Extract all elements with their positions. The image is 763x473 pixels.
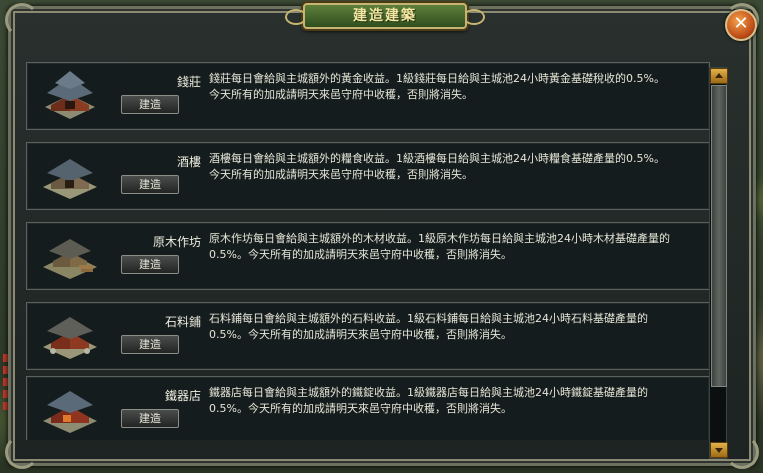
close-button[interactable]: ✕ xyxy=(725,9,757,41)
description-line: 0.5%。今天所有的加成請明天來邑守府中收穫，否則將消失。 xyxy=(209,248,512,261)
bank-building-icon xyxy=(45,71,95,119)
building-description: 原木作坊每日會給與主城額外的木材收益。1級原木作坊每日給與主城池24小時木材基礎… xyxy=(209,231,704,263)
description-line: 0.5%。今天所有的加成請明天來邑守府中收穫，否則將消失。 xyxy=(209,328,512,341)
scroll-thumb[interactable] xyxy=(711,85,727,387)
building-description: 酒樓每日會給與主城額外的糧食收益。1級酒樓每日給與主城池24小時糧食基礎產量的0… xyxy=(209,151,704,183)
building-name: 錢莊 xyxy=(176,75,201,89)
list-scrollbar[interactable] xyxy=(709,67,728,459)
list-item: 錢莊 建造 錢莊每日會給與主城額外的黃金收益。1級錢莊每日給與主城池24小時黃金… xyxy=(26,62,710,130)
building-name: 原木作坊 xyxy=(152,235,201,249)
description-line: 鐵器店每日會給與主城額外的鐵錠收益。1級鐵器店每日給與主城池24小時鐵錠基礎產量… xyxy=(209,386,648,399)
build-button[interactable]: 建造 xyxy=(121,335,179,354)
frame-corner-ornament xyxy=(725,435,759,469)
close-icon: ✕ xyxy=(733,13,749,34)
description-line: 0.5%。今天所有的加成請明天來邑守府中收穫，否則將消失。 xyxy=(209,402,512,415)
building-name: 酒樓 xyxy=(176,155,201,169)
description-line: 今天所有的加成請明天來邑守府中收穫，否則將消失。 xyxy=(209,88,473,101)
description-line: 今天所有的加成請明天來邑守府中收穫，否則將消失。 xyxy=(209,168,473,181)
build-button[interactable]: 建造 xyxy=(121,175,179,194)
scroll-down-icon[interactable] xyxy=(710,442,728,458)
frame-corner-ornament xyxy=(5,3,39,37)
description-line: 酒樓每日會給與主城額外的糧食收益。1級酒樓每日給與主城池24小時糧食基礎產量的0… xyxy=(209,152,665,165)
building-list: 錢莊 建造 錢莊每日會給與主城額外的黃金收益。1級錢莊每日給與主城池24小時黃金… xyxy=(26,62,712,440)
build-building-window: 建造建築 ✕ 錢莊 建造 錢莊每日會給與主城額外的黃金收益。1級錢莊每日給與主城… xyxy=(5,3,759,469)
build-button[interactable]: 建造 xyxy=(121,95,179,114)
description-line: 錢莊每日會給與主城額外的黃金收益。1級錢莊每日給與主城池24小時黃金基礎稅收的0… xyxy=(209,72,665,85)
title-scroll-ornament xyxy=(463,9,485,25)
build-button[interactable]: 建造 xyxy=(121,409,179,428)
scroll-up-icon[interactable] xyxy=(710,68,728,84)
frame-corner-ornament xyxy=(5,435,39,469)
title-scroll-ornament xyxy=(285,9,307,25)
window-title: 建造建築 xyxy=(353,8,417,24)
lumber-workshop-icon xyxy=(43,239,97,279)
list-item: 原木作坊 建造 原木作坊每日會給與主城額外的木材收益。1級原木作坊每日給與主城池… xyxy=(26,222,710,290)
tavern-building-icon xyxy=(43,159,97,199)
description-line: 原木作坊每日會給與主城額外的木材收益。1級原木作坊每日給與主城池24小時木材基礎… xyxy=(209,232,670,245)
list-item: 鐵器店 建造 鐵器店每日會給與主城額外的鐵錠收益。1級鐵器店每日給與主城池24小… xyxy=(26,376,710,440)
stone-shop-icon xyxy=(43,317,97,359)
building-description: 錢莊每日會給與主城額外的黃金收益。1級錢莊每日給與主城池24小時黃金基礎稅收的0… xyxy=(209,71,704,103)
ironware-shop-icon xyxy=(43,391,97,433)
build-button[interactable]: 建造 xyxy=(121,255,179,274)
list-item: 酒樓 建造 酒樓每日會給與主城額外的糧食收益。1級酒樓每日給與主城池24小時糧食… xyxy=(26,142,710,210)
description-line: 石料鋪每日會給與主城額外的石料收益。1級石料鋪每日給與主城池24小時石料基礎產量… xyxy=(209,312,648,325)
list-item: 石料鋪 建造 石料鋪每日會給與主城額外的石料收益。1級石料鋪每日給與主城池24小… xyxy=(26,302,710,370)
building-description: 石料鋪每日會給與主城額外的石料收益。1級石料鋪每日給與主城池24小時石料基礎產量… xyxy=(209,311,704,343)
building-name: 鐵器店 xyxy=(164,389,201,403)
building-description: 鐵器店每日會給與主城額外的鐵錠收益。1級鐵器店每日給與主城池24小時鐵錠基礎產量… xyxy=(209,385,704,417)
window-title-plate: 建造建築 xyxy=(285,3,485,29)
building-name: 石料鋪 xyxy=(164,315,201,329)
